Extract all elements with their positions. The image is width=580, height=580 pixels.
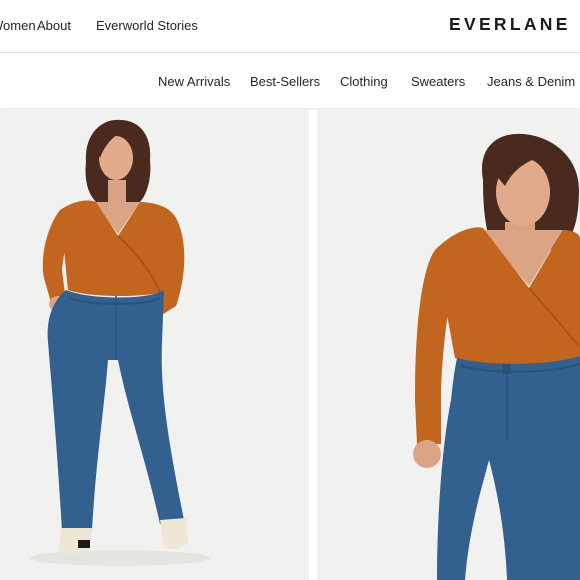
product-gallery [0, 110, 580, 580]
product-photo-full-body[interactable] [0, 110, 309, 580]
product-photo-closeup[interactable] [317, 110, 580, 580]
nav-link-everworld-stories[interactable]: Everworld Stories [96, 18, 198, 33]
category-clothing[interactable]: Clothing [340, 74, 388, 89]
category-jeans-denim[interactable]: Jeans & Denim [487, 74, 575, 89]
category-navigation-bar: New Arrivals Best-Sellers Clothing Sweat… [0, 54, 580, 108]
top-navigation-bar: Women About Everworld Stories EVERLANE [0, 0, 580, 53]
category-sweaters[interactable]: Sweaters [411, 74, 465, 89]
category-best-sellers[interactable]: Best-Sellers [250, 74, 320, 89]
nav-link-women[interactable]: Women [0, 18, 36, 33]
model-full-body-image [0, 110, 309, 580]
category-new-arrivals[interactable]: New Arrivals [158, 74, 230, 89]
nav-link-about[interactable]: About [37, 18, 71, 33]
model-closeup-image [317, 110, 580, 580]
brand-logo[interactable]: EVERLANE [449, 14, 571, 35]
